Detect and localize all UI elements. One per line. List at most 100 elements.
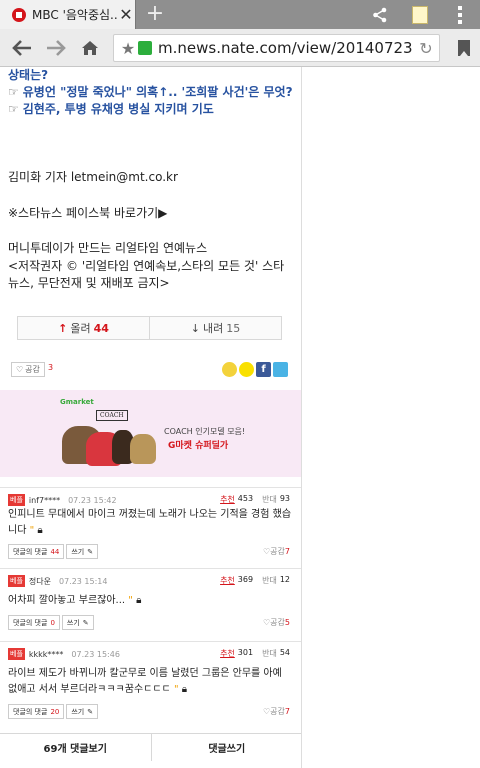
related-articles: 상태는? ☞ 유병언 "정말 죽었나" 의혹↑.. '조희팔 사건'은 무엇? ☞… — [0, 67, 301, 118]
comment-time: 07.23 15:46 — [71, 649, 120, 659]
oppose-button[interactable]: 반대 — [262, 494, 277, 505]
coach-logo: COACH — [96, 410, 128, 421]
write-reply-button[interactable]: 쓰기 ✎ — [61, 615, 94, 630]
write-reply-button[interactable]: 쓰기 ✎ — [66, 704, 99, 719]
comment-text: 어차피 깔아놓고 부르잖아... " 🔒︎ — [8, 595, 142, 606]
back-button[interactable] — [8, 35, 36, 61]
comment-action-bar: 69개 댓글보기 댓글쓰기 — [0, 733, 302, 761]
best-badge: 베플 — [8, 575, 25, 587]
sns-share-buttons: f — [222, 362, 288, 377]
oppose-button[interactable]: 반대 — [262, 575, 277, 586]
pencil-icon: ✎ — [87, 547, 94, 556]
share-row: ♡ 공감 3 f — [0, 360, 301, 380]
pointing-hand-icon: ☞ — [8, 85, 19, 99]
recommend-count: 453 — [237, 494, 254, 503]
article-page: 상태는? ☞ 유병언 "정말 죽었나" 의혹↑.. '조희팔 사건'은 무엇? ☞… — [0, 67, 302, 768]
best-badge: 베플 — [8, 494, 25, 506]
quote-icon: " — [173, 684, 179, 695]
close-tab-icon[interactable]: ✕ — [117, 5, 135, 24]
facebook-icon[interactable]: f — [256, 362, 271, 377]
reply-button[interactable]: 댓글의 댓글 0 — [8, 615, 60, 630]
notes-button[interactable] — [400, 0, 440, 29]
source-line-1: 머니투데이가 만드는 리얼타임 연예뉴스 — [8, 241, 208, 255]
reply-button[interactable]: 댓글의 댓글 44 — [8, 544, 65, 559]
lock-icon: 🔒︎ — [37, 525, 43, 536]
comment-item: 베플 kkkk**** 07.23 15:46 추천 301 반대 54 라이브… — [0, 641, 301, 727]
advertisement-banner[interactable]: Gmarket COACH COACH 인기모델 모음! G마켓 슈퍼딜가 — [0, 390, 301, 477]
me2day-icon[interactable] — [222, 362, 237, 377]
overflow-menu-icon — [458, 5, 462, 24]
reply-button[interactable]: 댓글의 댓글 20 — [8, 704, 65, 719]
navigation-bar: ★ m.news.nate.com/view/20140723n2128 ↻ — [0, 29, 480, 67]
browser-tab[interactable]: MBC '음악중심... ✕ — [0, 0, 136, 29]
comment-text: 인피니트 무대에서 마이크 꺼졌는데 노래가 나오는 기적을 경험 했습니다 "… — [8, 509, 292, 536]
site-favicon-icon — [12, 7, 26, 22]
home-icon — [82, 41, 98, 55]
vote-up-count: 44 — [93, 321, 109, 335]
comment-gongam-button[interactable]: ♡공감7 — [263, 706, 290, 717]
new-tab-button[interactable]: + — [142, 3, 168, 27]
forward-arrow-icon — [47, 40, 66, 56]
write-reply-button[interactable]: 쓰기 ✎ — [66, 544, 99, 559]
ad-headline: COACH 인기모델 모음! — [164, 427, 246, 436]
notes-icon — [412, 5, 428, 24]
comment-text: 라이브 제도가 바뀌니까 칼군무로 이름 날렸던 그룹은 안무를 아예 없애고 … — [8, 668, 282, 695]
star-icon[interactable]: ★ — [118, 39, 138, 58]
twitter-icon[interactable] — [273, 362, 288, 377]
address-bar[interactable]: ★ m.news.nate.com/view/20140723n2128 ↻ — [113, 34, 440, 62]
facebook-link[interactable]: ※스타뉴스 페이스북 바로가기▶ — [0, 205, 175, 222]
tab-title: MBC '음악중심... — [32, 8, 117, 22]
gongam-count: 3 — [48, 363, 54, 372]
recommend-button[interactable]: 추천 — [220, 648, 235, 659]
vote-bar: ↑ 올려 44 ↓ 내려 15 — [17, 316, 282, 340]
pencil-icon: ✎ — [87, 707, 94, 716]
oppose-count: 54 — [279, 648, 290, 657]
pointing-hand-icon: ☞ — [8, 102, 19, 116]
related-article-1[interactable]: 상태는? — [8, 67, 293, 84]
view-all-comments-button[interactable]: 69개 댓글보기 — [0, 734, 151, 761]
bookmark-icon[interactable] — [458, 40, 470, 56]
vote-down-button[interactable]: ↓ 내려 15 — [149, 317, 281, 339]
comment-time: 07.23 15:42 — [68, 495, 117, 505]
handbag-image — [130, 434, 156, 464]
gmarket-logo: Gmarket — [60, 398, 94, 406]
recommend-button[interactable]: 추천 — [220, 575, 235, 586]
oppose-count: 93 — [279, 494, 290, 503]
comment-list: 베플 inf7**** 07.23 15:42 추천 453 반대 93 인피니… — [0, 487, 301, 727]
recommend-count: 369 — [237, 575, 254, 584]
kakaotalk-icon[interactable] — [239, 362, 254, 377]
gongam-button[interactable]: ♡ 공감 — [11, 362, 45, 377]
recommend-count: 301 — [237, 648, 254, 657]
share-icon[interactable] — [360, 0, 400, 29]
down-arrow-icon: ↓ — [190, 321, 200, 335]
site-security-icon — [138, 41, 152, 55]
reporter-line: 김미화 기자 letmein@mt.co.kr — [8, 170, 178, 184]
comment-user[interactable]: kkkk**** — [29, 650, 64, 659]
comment-user[interactable]: inf7**** — [29, 496, 60, 505]
heart-icon: ♡ — [16, 365, 24, 374]
home-button[interactable] — [76, 35, 104, 61]
recommend-button[interactable]: 추천 — [220, 494, 235, 505]
pencil-icon: ✎ — [82, 618, 89, 627]
comment-item: 베플 inf7**** 07.23 15:42 추천 453 반대 93 인피니… — [0, 487, 301, 568]
comment-user[interactable]: 정다운 — [29, 576, 51, 587]
forward-button[interactable] — [42, 35, 70, 61]
best-badge: 베플 — [8, 648, 25, 660]
oppose-button[interactable]: 반대 — [262, 648, 277, 659]
vote-up-button[interactable]: ↑ 올려 44 — [18, 317, 149, 339]
copyright-notice: <저작권자 © '리얼타임 연예속보,스타의 모든 것' 스타뉴스, 무단전재 … — [8, 259, 285, 290]
comment-gongam-button[interactable]: ♡공감7 — [263, 546, 290, 557]
vote-down-count: 15 — [226, 321, 241, 335]
related-article-3[interactable]: ☞ 김현주, 투병 유채영 병실 지키며 기도 — [8, 101, 293, 118]
comment-time: 07.23 15:14 — [58, 576, 108, 586]
write-comment-button[interactable]: 댓글쓰기 — [150, 734, 302, 761]
menu-button[interactable] — [440, 0, 480, 29]
url-text[interactable]: m.news.nate.com/view/20140723n2128 — [158, 39, 413, 57]
related-article-2[interactable]: ☞ 유병언 "정말 죽었나" 의혹↑.. '조희팔 사건'은 무엇? — [8, 84, 293, 101]
back-arrow-icon — [12, 40, 31, 56]
up-arrow-icon: ↑ — [58, 321, 68, 335]
comment-gongam-button[interactable]: ♡공감5 — [263, 617, 290, 628]
ad-subheadline: G마켓 슈퍼딜가 — [168, 441, 229, 451]
reload-icon[interactable]: ↻ — [413, 39, 439, 58]
oppose-count: 12 — [279, 575, 290, 584]
